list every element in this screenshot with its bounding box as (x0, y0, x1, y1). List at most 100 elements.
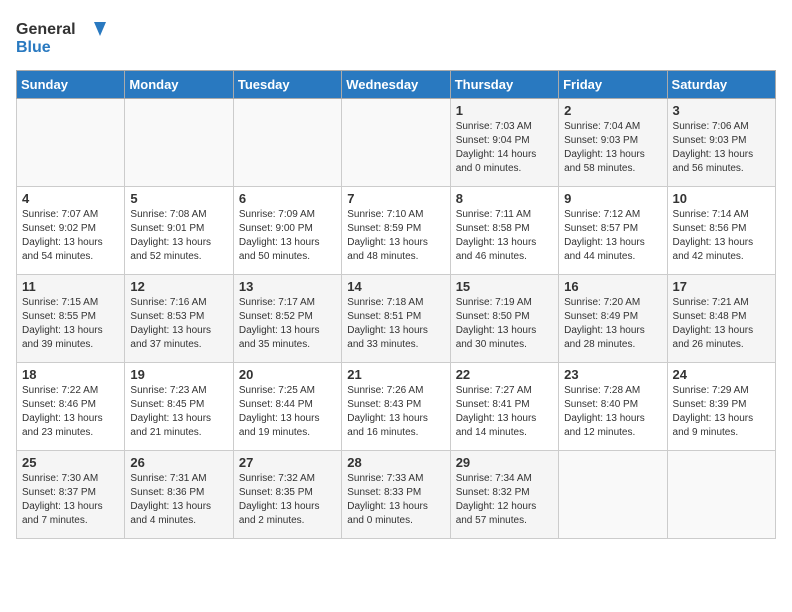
day-number: 7 (347, 191, 444, 206)
day-info: Sunrise: 7:04 AM Sunset: 9:03 PM Dayligh… (564, 120, 661, 176)
calendar-cell (559, 451, 667, 539)
day-number: 17 (673, 279, 770, 294)
day-number: 28 (347, 455, 444, 470)
day-number: 9 (564, 191, 661, 206)
day-info: Sunrise: 7:27 AM Sunset: 8:41 PM Dayligh… (456, 384, 553, 440)
day-number: 29 (456, 455, 553, 470)
calendar-cell: 27 Sunrise: 7:32 AM Sunset: 8:35 PM Dayli… (233, 451, 341, 539)
calendar-cell: 6 Sunrise: 7:09 AM Sunset: 9:00 PM Daylig… (233, 187, 341, 275)
day-info: Sunrise: 7:19 AM Sunset: 8:50 PM Dayligh… (456, 296, 553, 352)
day-info: Sunrise: 7:10 AM Sunset: 8:59 PM Dayligh… (347, 208, 444, 264)
calendar-cell: 4 Sunrise: 7:07 AM Sunset: 9:02 PM Daylig… (17, 187, 125, 275)
svg-text:General: General (16, 21, 76, 38)
calendar-cell: 15 Sunrise: 7:19 AM Sunset: 8:50 PM Dayli… (450, 275, 558, 363)
day-info: Sunrise: 7:08 AM Sunset: 9:01 PM Dayligh… (130, 208, 227, 264)
calendar-cell (667, 451, 775, 539)
calendar-cell: 24 Sunrise: 7:29 AM Sunset: 8:39 PM Dayli… (667, 363, 775, 451)
day-info: Sunrise: 7:07 AM Sunset: 9:02 PM Dayligh… (22, 208, 119, 264)
day-number: 13 (239, 279, 336, 294)
day-number: 16 (564, 279, 661, 294)
calendar-cell: 12Sunrise: 7:16 AM Sunset: 8:53 PM Dayli… (125, 275, 233, 363)
calendar-cell: 13 Sunrise: 7:17 AM Sunset: 8:52 PM Dayli… (233, 275, 341, 363)
calendar-cell: 23 Sunrise: 7:28 AM Sunset: 8:40 PM Dayli… (559, 363, 667, 451)
calendar-cell: 7 Sunrise: 7:10 AM Sunset: 8:59 PM Daylig… (342, 187, 450, 275)
day-number: 14 (347, 279, 444, 294)
day-info: Sunrise: 7:12 AM Sunset: 8:57 PM Dayligh… (564, 208, 661, 264)
day-info: Sunrise: 7:06 AM Sunset: 9:03 PM Dayligh… (673, 120, 770, 176)
calendar-table: SundayMondayTuesdayWednesdayThursdayFrid… (16, 70, 776, 539)
day-number: 8 (456, 191, 553, 206)
day-info: Sunrise: 7:18 AM Sunset: 8:51 PM Dayligh… (347, 296, 444, 352)
day-info: Sunrise: 7:29 AM Sunset: 8:39 PM Dayligh… (673, 384, 770, 440)
calendar-cell: 16 Sunrise: 7:20 AM Sunset: 8:49 PM Dayli… (559, 275, 667, 363)
calendar-cell: 10 Sunrise: 7:14 AM Sunset: 8:56 PM Dayli… (667, 187, 775, 275)
weekday-header-thursday: Thursday (450, 71, 558, 99)
day-number: 21 (347, 367, 444, 382)
calendar-cell: 20 Sunrise: 7:25 AM Sunset: 8:44 PM Dayli… (233, 363, 341, 451)
calendar-cell: 25 Sunrise: 7:30 AM Sunset: 8:37 PM Dayli… (17, 451, 125, 539)
day-info: Sunrise: 7:30 AM Sunset: 8:37 PM Dayligh… (22, 472, 119, 528)
weekday-header-sunday: Sunday (17, 71, 125, 99)
day-number: 20 (239, 367, 336, 382)
day-info: Sunrise: 7:23 AM Sunset: 8:45 PM Dayligh… (130, 384, 227, 440)
day-info: Sunrise: 7:09 AM Sunset: 9:00 PM Dayligh… (239, 208, 336, 264)
calendar-cell: 2 Sunrise: 7:04 AM Sunset: 9:03 PM Daylig… (559, 99, 667, 187)
day-number: 27 (239, 455, 336, 470)
day-info: Sunrise: 7:32 AM Sunset: 8:35 PM Dayligh… (239, 472, 336, 528)
day-number: 26 (130, 455, 227, 470)
day-number: 25 (22, 455, 119, 470)
day-info: Sunrise: 7:22 AM Sunset: 8:46 PM Dayligh… (22, 384, 119, 440)
day-number: 15 (456, 279, 553, 294)
logo-svg: General Blue (16, 16, 106, 60)
calendar-week-1: 1Sunrise: 7:03 AM Sunset: 9:04 PM Daylig… (17, 99, 776, 187)
weekday-header-tuesday: Tuesday (233, 71, 341, 99)
calendar-cell: 22 Sunrise: 7:27 AM Sunset: 8:41 PM Dayli… (450, 363, 558, 451)
calendar-cell: 11Sunrise: 7:15 AM Sunset: 8:55 PM Dayli… (17, 275, 125, 363)
day-info: Sunrise: 7:16 AM Sunset: 8:53 PM Dayligh… (130, 296, 227, 352)
day-number: 6 (239, 191, 336, 206)
calendar-cell: 9 Sunrise: 7:12 AM Sunset: 8:57 PM Daylig… (559, 187, 667, 275)
calendar-cell (17, 99, 125, 187)
day-number: 11 (22, 279, 119, 294)
calendar-cell: 18 Sunrise: 7:22 AM Sunset: 8:46 PM Dayli… (17, 363, 125, 451)
day-number: 24 (673, 367, 770, 382)
calendar-week-3: 11Sunrise: 7:15 AM Sunset: 8:55 PM Dayli… (17, 275, 776, 363)
day-info: Sunrise: 7:31 AM Sunset: 8:36 PM Dayligh… (130, 472, 227, 528)
calendar-cell: 28Sunrise: 7:33 AM Sunset: 8:33 PM Dayli… (342, 451, 450, 539)
day-number: 2 (564, 103, 661, 118)
calendar-cell: 21 Sunrise: 7:26 AM Sunset: 8:43 PM Dayli… (342, 363, 450, 451)
header: General Blue (16, 16, 776, 60)
weekday-header-saturday: Saturday (667, 71, 775, 99)
calendar-cell: 1Sunrise: 7:03 AM Sunset: 9:04 PM Daylig… (450, 99, 558, 187)
day-number: 19 (130, 367, 227, 382)
calendar-cell (125, 99, 233, 187)
calendar-cell: 8 Sunrise: 7:11 AM Sunset: 8:58 PM Daylig… (450, 187, 558, 275)
day-number: 22 (456, 367, 553, 382)
calendar-week-2: 4 Sunrise: 7:07 AM Sunset: 9:02 PM Daylig… (17, 187, 776, 275)
calendar-cell (342, 99, 450, 187)
day-info: Sunrise: 7:26 AM Sunset: 8:43 PM Dayligh… (347, 384, 444, 440)
calendar-cell: 19 Sunrise: 7:23 AM Sunset: 8:45 PM Dayli… (125, 363, 233, 451)
weekday-header-monday: Monday (125, 71, 233, 99)
day-number: 3 (673, 103, 770, 118)
calendar-week-4: 18 Sunrise: 7:22 AM Sunset: 8:46 PM Dayli… (17, 363, 776, 451)
day-number: 18 (22, 367, 119, 382)
logo: General Blue (16, 16, 106, 60)
day-number: 23 (564, 367, 661, 382)
weekday-header-friday: Friday (559, 71, 667, 99)
day-info: Sunrise: 7:21 AM Sunset: 8:48 PM Dayligh… (673, 296, 770, 352)
svg-text:Blue: Blue (16, 39, 51, 56)
day-info: Sunrise: 7:20 AM Sunset: 8:49 PM Dayligh… (564, 296, 661, 352)
day-info: Sunrise: 7:14 AM Sunset: 8:56 PM Dayligh… (673, 208, 770, 264)
calendar-cell: 26 Sunrise: 7:31 AM Sunset: 8:36 PM Dayli… (125, 451, 233, 539)
day-info: Sunrise: 7:11 AM Sunset: 8:58 PM Dayligh… (456, 208, 553, 264)
calendar-cell: 3 Sunrise: 7:06 AM Sunset: 9:03 PM Daylig… (667, 99, 775, 187)
day-info: Sunrise: 7:25 AM Sunset: 8:44 PM Dayligh… (239, 384, 336, 440)
day-number: 10 (673, 191, 770, 206)
calendar-cell (233, 99, 341, 187)
weekday-header-row: SundayMondayTuesdayWednesdayThursdayFrid… (17, 71, 776, 99)
calendar-cell: 17 Sunrise: 7:21 AM Sunset: 8:48 PM Dayli… (667, 275, 775, 363)
day-info: Sunrise: 7:28 AM Sunset: 8:40 PM Dayligh… (564, 384, 661, 440)
day-number: 4 (22, 191, 119, 206)
day-info: Sunrise: 7:17 AM Sunset: 8:52 PM Dayligh… (239, 296, 336, 352)
